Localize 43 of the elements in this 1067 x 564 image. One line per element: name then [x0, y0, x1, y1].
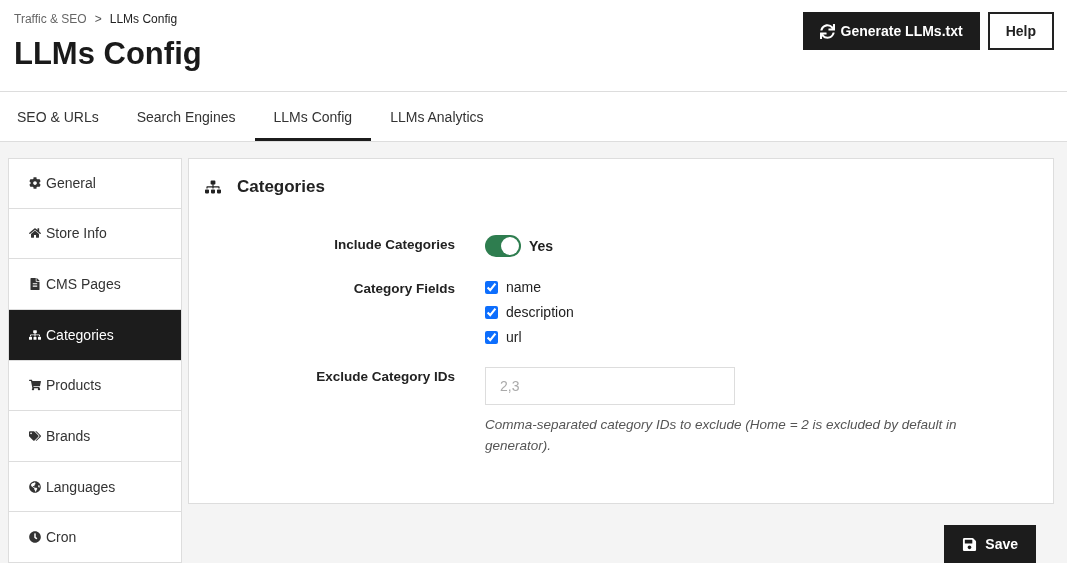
sidebar-item[interactable]: Products	[8, 360, 182, 412]
tab[interactable]: Search Engines	[117, 92, 255, 141]
save-button[interactable]: Save	[944, 525, 1036, 563]
breadcrumb-current: LLMs Config	[109, 12, 178, 26]
sitemap-icon	[29, 328, 41, 341]
sidebar-item[interactable]: CMS Pages	[8, 259, 182, 310]
help-text: Comma-separated category IDs to exclude (Home = 2 is excluded by default in generator).	[485, 416, 958, 455]
toggle-value: Yes	[529, 238, 554, 254]
checkbox[interactable]	[485, 330, 498, 344]
field-label: Category Fields	[352, 280, 455, 298]
sidebar-item[interactable]: Languages	[8, 461, 182, 513]
breadcrumb-separator: >	[94, 12, 102, 26]
field-label: Include Categories	[333, 236, 455, 254]
generate-button[interactable]: Generate LLMs.txt	[802, 12, 980, 50]
house-icon	[29, 227, 41, 240]
globe-icon	[29, 480, 41, 493]
sidebar-item[interactable]: Brands	[8, 411, 182, 462]
tags-icon	[29, 430, 41, 442]
checkbox-label: name	[506, 279, 542, 295]
sidebar-item[interactable]: Categories	[8, 309, 182, 361]
checkbox[interactable]	[485, 305, 498, 319]
cart-icon	[29, 379, 41, 392]
sidebar-item[interactable]: General	[8, 158, 182, 209]
gear-icon	[29, 177, 41, 190]
panel-title: Categories	[237, 177, 325, 197]
sidebar-item[interactable]: Cron	[8, 512, 182, 563]
clock-icon	[29, 531, 41, 544]
sidebar-item[interactable]: Store Info	[8, 208, 182, 260]
refresh-icon	[819, 23, 835, 39]
checkbox-label: description	[506, 304, 574, 320]
checkbox-label: url	[506, 329, 522, 345]
help-button[interactable]: Help	[987, 12, 1054, 50]
sitemap-icon	[205, 179, 221, 195]
breadcrumb-link[interactable]: Traffic & SEO	[14, 12, 87, 26]
tab[interactable]: LLMs Analytics	[371, 92, 503, 141]
document-icon	[29, 278, 41, 291]
save-icon	[962, 536, 978, 552]
checkbox[interactable]	[485, 280, 498, 294]
input-field[interactable]: 2,3	[485, 367, 735, 405]
field-label: Exclude Category IDs	[315, 368, 455, 386]
toggle-switch[interactable]	[485, 235, 521, 257]
page-title: LLMs Config	[14, 36, 202, 72]
tab[interactable]: SEO & URLs	[0, 92, 118, 141]
